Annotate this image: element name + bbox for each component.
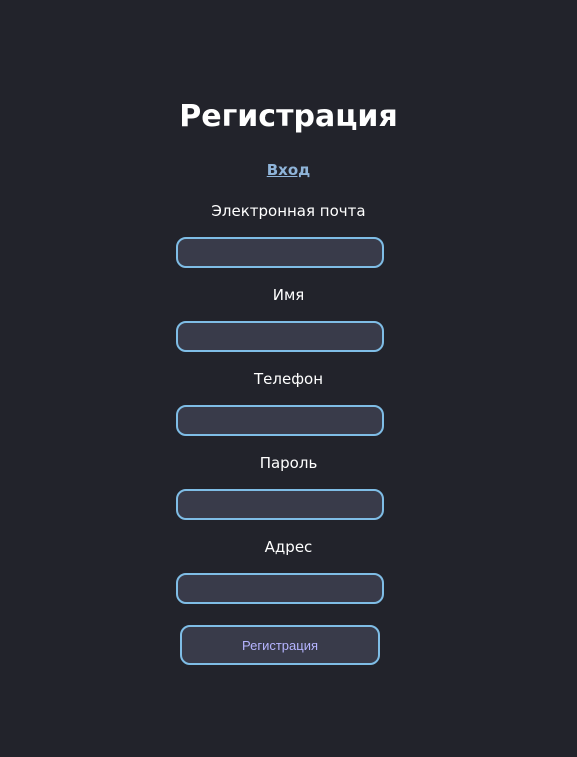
password-field[interactable]: [176, 489, 384, 520]
name-field[interactable]: [176, 321, 384, 352]
page-title: Регистрация: [179, 99, 398, 134]
login-link-container: Вход: [0, 159, 577, 181]
address-label: Адрес: [264, 538, 313, 556]
email-label: Электронная почта: [211, 202, 366, 220]
name-label: Имя: [272, 286, 305, 304]
login-link[interactable]: Вход: [267, 161, 311, 179]
phone-field[interactable]: [176, 405, 384, 436]
email-field[interactable]: [176, 237, 384, 268]
register-button[interactable]: Регистрация: [180, 625, 380, 665]
registration-page: Регистрация Вход Электронная почта Имя Т…: [0, 0, 577, 757]
address-field[interactable]: [176, 573, 384, 604]
password-label: Пароль: [259, 454, 318, 472]
phone-label: Телефон: [253, 370, 324, 388]
